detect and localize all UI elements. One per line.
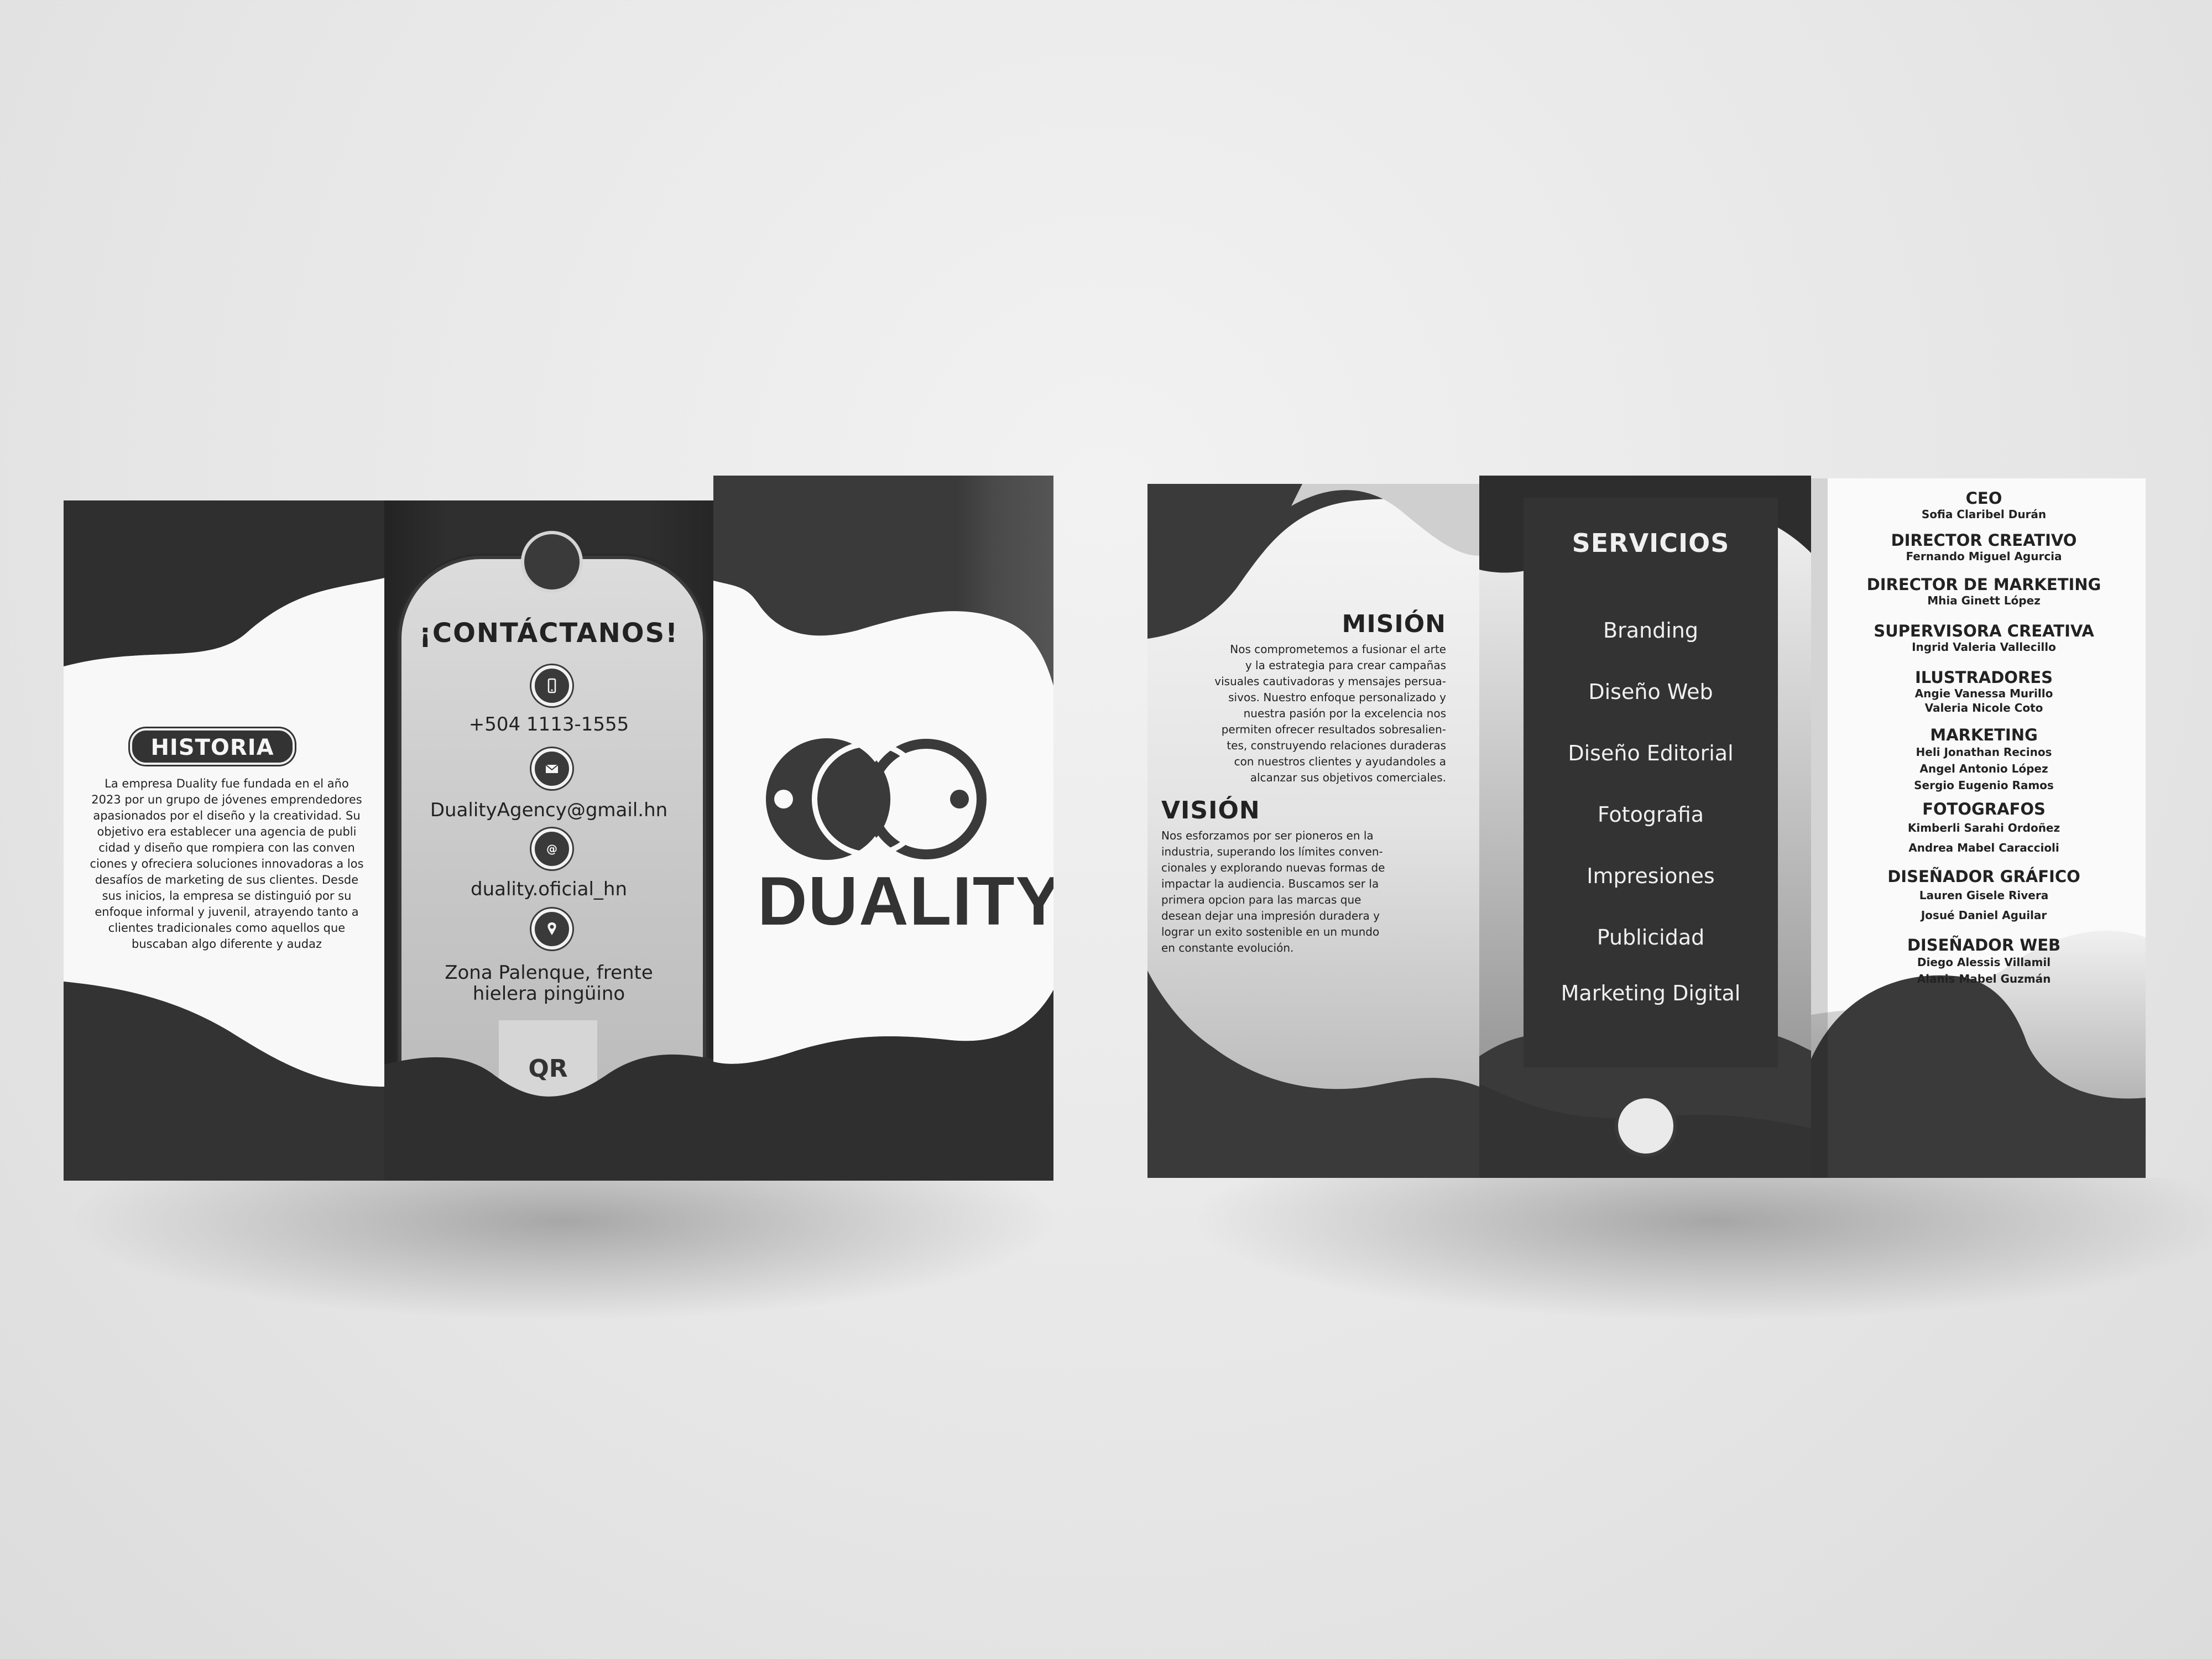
team-member: Lauren Gisele Rivera [1919,889,2049,902]
servicio-item: Diseño Web [1588,680,1713,704]
team-entry: DIRECTOR DE MARKETING Mhia Ginett López [1822,576,2146,608]
team-member: Andrea Mabel Caraccioli [1908,841,2059,854]
left-brochure: HISTORIA La empresa Duality fue fundada … [64,476,1053,1181]
team-role: FOTOGRAFOS [1922,800,2046,818]
team-entry: DIRECTOR CREATIVO Fernando Miguel Agurci… [1822,531,2146,564]
right-brochure: MISIÓN Nos comprometemos a fusionar el a… [1147,476,2146,1181]
panel-contact: ¡CONTÁCTANOS! +504 1113-1555 DualityAgen… [384,500,713,1181]
team-role: MARKETING [1930,726,2038,744]
mision-body: Nos comprometemos a fusionar el arte y l… [1214,643,1446,784]
historia-body: La empresa Duality fue fundada en el año… [90,777,364,951]
vision-body: Nos esforzamos por ser pioneros en la in… [1161,829,1385,954]
team-member: Mhia Ginett López [1927,594,2041,607]
team-role: ILUSTRADORES [1915,668,2053,687]
team-member: Diego Alessis Villamil [1917,956,2051,969]
team-member: Kimberli Sarahi Ordoñez [1907,821,2060,834]
panel-team: CEO Sofia Claribel Durán DIRECTOR CREATI… [1811,478,2146,1178]
brand-name: DUALITY [758,863,1053,940]
team-role: DISEÑADOR WEB [1907,936,2061,954]
servicio-item: Diseño Editorial [1568,741,1734,765]
servicio-item: Impresiones [1587,864,1715,888]
team-member: Fernando Miguel Agurcia [1906,550,2062,563]
team-member: Angie Vanessa Murillo [1914,687,2053,700]
panel-brand: DUALITY [713,476,1053,1181]
team-role: DISEÑADOR GRÁFICO [1887,867,2080,886]
panel-historia: HISTORIA La empresa Duality fue fundada … [64,500,384,1181]
servicio-item: Marketing Digital [1561,981,1741,1005]
team-entry: DISEÑADOR GRÁFICO Lauren Gisele Rivera J… [1822,868,2146,925]
team-member: Sofia Claribel Durán [1921,508,2047,521]
brochure-shadow-left [66,1178,1062,1322]
team-entry: ILUSTRADORES Angie Vanessa Murillo Valer… [1822,669,2146,715]
team-entry: MARKETING Heli Jonathan Recinos Angel An… [1822,726,2146,794]
team-member: Josué Daniel Aguilar [1921,909,2047,922]
team-member: Ingrid Valeria Vallecillo [1912,640,2056,654]
servicios-list: Branding Diseño Web Diseño Editorial Fot… [1524,600,1778,1018]
servicio-item: Fotografia [1597,802,1704,827]
team-list: CEO Sofia Claribel Durán DIRECTOR CREATI… [1822,489,2146,987]
team-role: DIRECTOR DE MARKETING [1866,575,2101,594]
team-role: SUPERVISORA CREATIVA [1874,622,2094,640]
team-member: Heli Jonathan Recinos [1916,745,2052,759]
servicio-item: Publicidad [1597,925,1705,950]
team-member: Angel Antonio López [1919,762,2048,775]
team-member: Sergio Eugenio Ramos [1914,779,2054,792]
panel-contact-bottom-wave [384,1054,713,1181]
vision-title: VISIÓN [1161,796,1260,825]
team-entry: DISEÑADOR WEB Diego Alessis Villamil Ala… [1822,936,2146,987]
team-entry: SUPERVISORA CREATIVA Ingrid Valeria Vall… [1822,622,2146,654]
historia-title-pill: HISTORIA [130,728,295,765]
panel-mision-vision: MISIÓN Nos comprometemos a fusionar el a… [1147,484,1479,1178]
team-role: DIRECTOR CREATIVO [1891,531,2077,550]
duality-logo-icon [766,738,987,860]
servicio-item: Branding [1603,618,1698,643]
team-member: Valeria Nicole Coto [1924,701,2043,714]
servicios-bottom-hole [1615,1095,1677,1157]
panel-servicios: SERVICIOS Branding Diseño Web Diseño Edi… [1479,476,1811,1178]
team-member: Alanis Mabel Guzmán [1917,972,2051,985]
brochure-shadow-right [1189,1178,2212,1322]
servicios-title: SERVICIOS [1572,528,1730,558]
mision-title: MISIÓN [1342,610,1446,638]
team-role: CEO [1965,489,2002,508]
team-entry: FOTOGRAFOS Kimberli Sarahi Ordoñez Andre… [1822,800,2146,858]
team-entry: CEO Sofia Claribel Durán [1822,489,2146,521]
historia-title: HISTORIA [150,735,274,760]
